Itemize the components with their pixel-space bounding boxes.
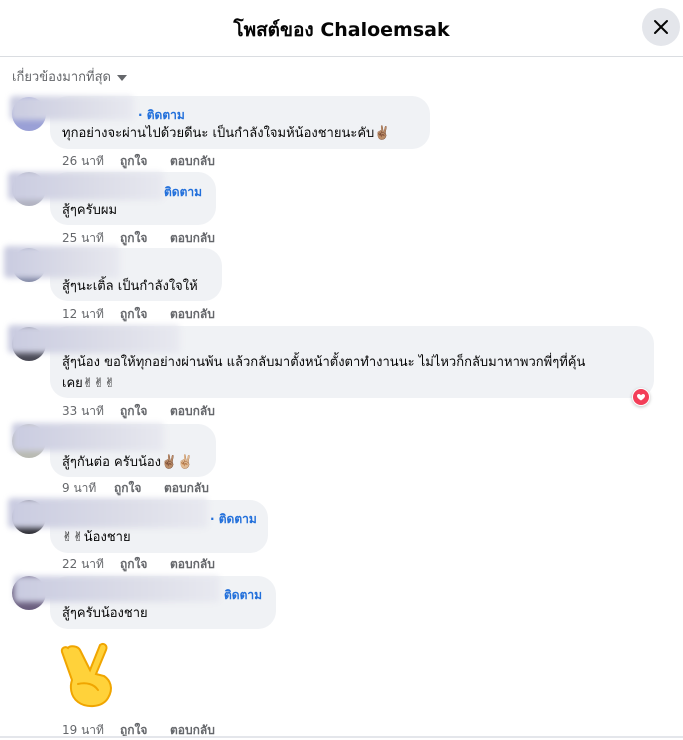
comment-actions: 26 นาที ถูกใจ ตอบกลับ [62, 152, 215, 171]
like-button[interactable]: ถูกใจ [120, 402, 170, 421]
comment-actions: 9 นาที ถูกใจ ตอบกลับ [62, 479, 209, 498]
reply-button[interactable]: ตอบกลับ [170, 402, 215, 421]
comment-text: สู้ๆกันต่อ ครับน้อง✌🏽✌🏼 [62, 455, 194, 470]
commenter-name-blurred[interactable] [4, 246, 120, 278]
like-button[interactable]: ถูกใจ [120, 305, 170, 324]
comment-text: ทุกอย่างจะผ่านไปด้วยดีนะ เป็นกำลังใจมห้น… [62, 126, 391, 141]
follow-link[interactable]: · ติดตาม [138, 106, 185, 125]
follow-link[interactable]: ติดตาม [224, 586, 262, 605]
love-reaction-icon[interactable] [632, 388, 650, 406]
commenter-name-blurred[interactable] [8, 325, 180, 353]
reply-button[interactable]: ตอบกลับ [170, 305, 215, 324]
reply-button[interactable]: ตอบกลับ [170, 152, 215, 171]
follow-link[interactable]: ติดตาม [164, 183, 202, 202]
like-button[interactable]: ถูกใจ [114, 479, 164, 498]
comment-actions: 33 นาที ถูกใจ ตอบกลับ [62, 402, 215, 421]
commenter-name-blurred[interactable] [10, 96, 134, 120]
close-button[interactable] [642, 8, 680, 46]
close-icon [654, 20, 668, 34]
comment-text: ✌✌น้องชาย [62, 530, 131, 545]
reply-button[interactable]: ตอบกลับ [170, 229, 215, 248]
commenter-name-blurred[interactable] [14, 576, 220, 602]
comment-actions: 12 นาที ถูกใจ ตอบกลับ [62, 305, 215, 324]
comment-time[interactable]: 33 นาที [62, 402, 120, 421]
comment-actions: 22 นาที ถูกใจ ตอบกลับ [62, 555, 215, 574]
comment-text: สู้ๆครับผม [62, 203, 118, 218]
victory-hand-sticker[interactable] [56, 640, 122, 710]
comment-text: สู้ๆนะเติ้ล เป็นกำลังใจให้ [62, 279, 198, 294]
comment-text-line2: เคย✌✌✌ [62, 376, 116, 391]
commenter-name-blurred[interactable] [12, 423, 164, 451]
reply-button[interactable]: ตอบกลับ [164, 479, 209, 498]
dialog-header: โพสต์ของ Chaloemsak [0, 0, 683, 57]
reply-button[interactable]: ตอบกลับ [170, 555, 215, 574]
comment-time[interactable]: 22 นาที [62, 555, 120, 574]
comment-text: สู้ๆครับน้องชาย [62, 606, 148, 621]
commenter-name-blurred[interactable] [8, 498, 208, 528]
commenter-name-blurred[interactable] [8, 172, 164, 200]
caret-down-icon [116, 74, 127, 81]
comment-sort-dropdown[interactable]: เกี่ยวข้องมากที่สุด [12, 66, 127, 87]
comment-time[interactable]: 26 นาที [62, 152, 120, 171]
comment-time[interactable]: 12 นาที [62, 305, 120, 324]
comment-time[interactable]: 9 นาที [62, 479, 114, 498]
like-button[interactable]: ถูกใจ [120, 152, 170, 171]
follow-link[interactable]: · ติดตาม [210, 510, 257, 529]
like-button[interactable]: ถูกใจ [120, 229, 170, 248]
sort-label: เกี่ยวข้องมากที่สุด [12, 70, 111, 85]
dialog-title: โพสต์ของ Chaloemsak [233, 19, 450, 41]
comment-text-line1: สู้ๆน้อง ขอให้ทุกอย่างผ่านพ้น แล้วกลับมา… [62, 355, 586, 370]
like-button[interactable]: ถูกใจ [120, 555, 170, 574]
